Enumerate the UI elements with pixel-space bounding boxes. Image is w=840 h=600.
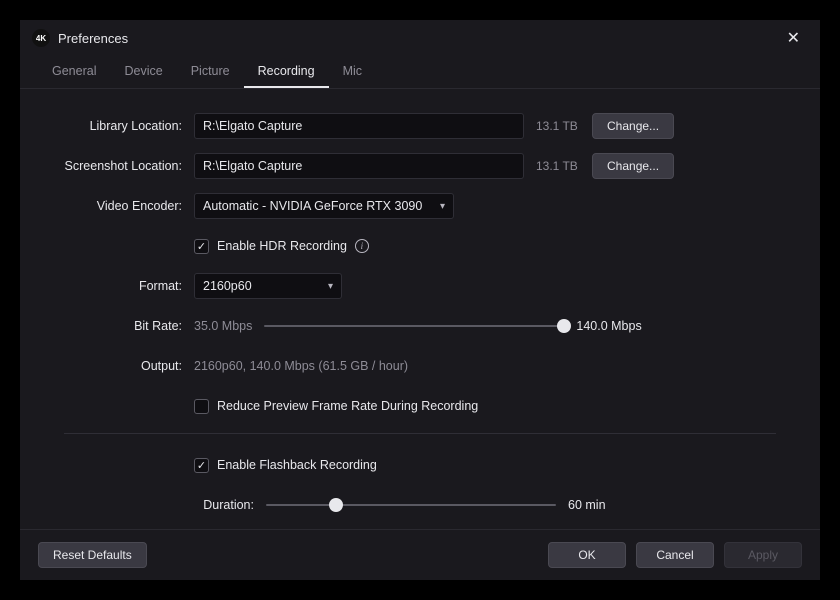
reduce-preview-checkbox[interactable]: Reduce Preview Frame Rate During Recordi… (194, 399, 478, 414)
reduce-preview-label: Reduce Preview Frame Rate During Recordi… (217, 399, 478, 413)
preferences-window: 4K Preferences ✕ General Device Picture … (20, 20, 820, 580)
screenshot-location-label: Screenshot Location: (64, 159, 194, 173)
screenshot-size: 13.1 TB (536, 159, 580, 173)
library-size: 13.1 TB (536, 119, 580, 133)
enable-flashback-checkbox[interactable]: Enable Flashback Recording (194, 458, 377, 473)
checkbox-icon (194, 239, 209, 254)
duration-label: Duration: (194, 498, 254, 512)
screenshot-change-button[interactable]: Change... (592, 153, 674, 179)
tab-recording[interactable]: Recording (244, 56, 329, 88)
titlebar: 4K Preferences ✕ (20, 20, 820, 56)
format-value: 2160p60 (203, 279, 252, 293)
divider (64, 433, 776, 434)
video-encoder-select[interactable]: Automatic - NVIDIA GeForce RTX 3090 ▾ (194, 193, 454, 219)
close-icon[interactable]: ✕ (779, 24, 808, 52)
tab-general[interactable]: General (38, 56, 110, 88)
library-location-label: Library Location: (64, 119, 194, 133)
library-change-button[interactable]: Change... (592, 113, 674, 139)
chevron-down-icon: ▾ (328, 281, 333, 292)
app-icon: 4K (32, 29, 50, 47)
window-title: Preferences (58, 31, 128, 46)
tabs: General Device Picture Recording Mic (20, 56, 820, 89)
bit-rate-label: Bit Rate: (64, 319, 194, 333)
duration-slider[interactable] (266, 496, 556, 514)
library-location-input[interactable] (194, 113, 524, 139)
video-encoder-value: Automatic - NVIDIA GeForce RTX 3090 (203, 199, 422, 213)
chevron-down-icon: ▾ (440, 201, 445, 212)
reset-defaults-button[interactable]: Reset Defaults (38, 542, 147, 568)
slider-thumb[interactable] (557, 319, 571, 333)
slider-track (266, 504, 556, 506)
duration-value: 60 min (568, 498, 606, 512)
output-label: Output: (64, 359, 194, 373)
tab-device[interactable]: Device (110, 56, 176, 88)
enable-flashback-label: Enable Flashback Recording (217, 458, 377, 472)
video-encoder-label: Video Encoder: (64, 199, 194, 213)
format-label: Format: (64, 279, 194, 293)
enable-hdr-checkbox[interactable]: Enable HDR Recording i (194, 239, 369, 254)
output-summary: 2160p60, 140.0 Mbps (61.5 GB / hour) (194, 359, 408, 373)
apply-button[interactable]: Apply (724, 542, 802, 568)
content-recording: Library Location: 13.1 TB Change... Scre… (20, 89, 820, 529)
ok-button[interactable]: OK (548, 542, 626, 568)
info-icon[interactable]: i (355, 239, 369, 253)
bitrate-slider[interactable] (264, 317, 564, 335)
slider-thumb[interactable] (329, 498, 343, 512)
slider-track (264, 325, 564, 327)
screenshot-location-input[interactable] (194, 153, 524, 179)
format-select[interactable]: 2160p60 ▾ (194, 273, 342, 299)
checkbox-icon (194, 458, 209, 473)
tab-picture[interactable]: Picture (177, 56, 244, 88)
bitrate-max: 140.0 Mbps (576, 319, 641, 333)
tab-mic[interactable]: Mic (329, 56, 376, 88)
checkbox-icon (194, 399, 209, 414)
bitrate-min: 35.0 Mbps (194, 319, 252, 333)
footer: Reset Defaults OK Cancel Apply (20, 529, 820, 580)
cancel-button[interactable]: Cancel (636, 542, 714, 568)
enable-hdr-label: Enable HDR Recording (217, 239, 347, 253)
